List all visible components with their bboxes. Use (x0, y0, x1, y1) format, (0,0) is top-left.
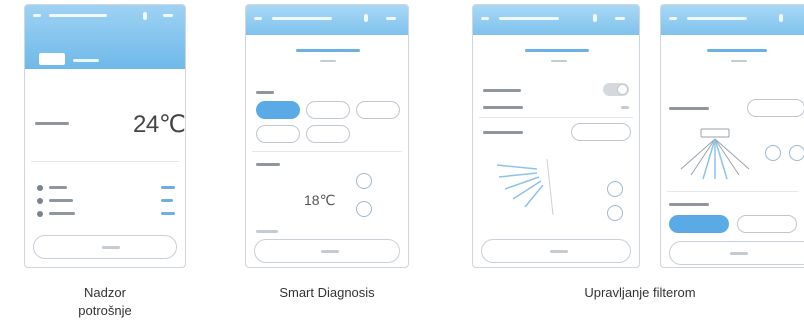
set-temp-label-placeholder (49, 199, 73, 202)
swing-up-button[interactable] (607, 181, 623, 197)
set-temperature: 18℃ (304, 192, 336, 208)
mode-value-placeholder (161, 186, 175, 189)
app-header (661, 5, 804, 35)
thermometer-icon (37, 198, 43, 204)
subtitle-placeholder (707, 49, 767, 52)
mode-option-4[interactable] (256, 125, 300, 143)
mode-option-3[interactable] (356, 101, 400, 119)
settings-icon[interactable] (143, 12, 147, 20)
phone-screen-smart-diagnosis: 18℃ (245, 4, 409, 268)
power-icon (102, 246, 120, 249)
set-temp-value-placeholder (161, 199, 173, 202)
additional-setting-label-placeholder (669, 203, 709, 206)
back-icon[interactable] (481, 17, 489, 20)
purification-label-placeholder (483, 89, 521, 92)
fan-speed-value-placeholder (161, 212, 175, 215)
power-button[interactable] (481, 239, 631, 263)
phone-screen-air-flow (472, 4, 640, 268)
page-indicator-placeholder (731, 60, 747, 62)
fan-speed-label-placeholder (49, 212, 75, 215)
swing-direction-diagram (675, 125, 755, 181)
fan-label-placeholder (256, 230, 278, 233)
power-icon (730, 252, 748, 255)
power-icon (550, 250, 568, 253)
divider (667, 191, 798, 192)
purification-toggle[interactable] (603, 83, 629, 96)
caption-nadzor-line-2: potrošnje (78, 303, 132, 318)
mode-icon (37, 185, 43, 191)
temp-down-button[interactable] (356, 201, 372, 217)
app-header (25, 5, 185, 69)
close-icon[interactable] (615, 17, 625, 20)
subtitle-placeholder (525, 49, 589, 52)
caption-smart-diagnosis: Smart Diagnosis (279, 285, 375, 300)
divider (479, 117, 633, 118)
fan-icon (37, 211, 43, 217)
power-button[interactable] (669, 241, 804, 265)
page-indicator-placeholder (551, 60, 567, 62)
left-right-swing-button[interactable] (747, 99, 804, 117)
additional-option-2[interactable] (737, 215, 797, 233)
phone-screen-nadzor: 24℃ (24, 4, 186, 268)
power-icon (321, 250, 339, 253)
header-title-placeholder (687, 17, 747, 20)
settings-icon[interactable] (593, 14, 597, 22)
mode-section-label-placeholder (256, 91, 274, 94)
divider (252, 151, 402, 152)
settings-icon[interactable] (364, 14, 368, 22)
up-down-swing-button[interactable] (571, 123, 631, 141)
air-flow-mode-value-placeholder (621, 106, 629, 109)
swing-direction-diagram (487, 155, 567, 219)
swing-down-button[interactable] (607, 205, 623, 221)
header-title-placeholder (49, 14, 107, 17)
header-title-placeholder (499, 17, 559, 20)
caption-nadzor-line-1: Nadzor (84, 285, 126, 300)
room-image-placeholder (39, 53, 65, 65)
set-temp-section-label-placeholder (256, 163, 280, 166)
divider (31, 161, 179, 162)
room-label-placeholder (73, 59, 99, 62)
swing-left-button[interactable] (765, 145, 781, 161)
settings-icon[interactable] (779, 14, 783, 22)
back-icon[interactable] (33, 14, 41, 17)
back-icon[interactable] (669, 17, 677, 20)
app-header (246, 5, 408, 35)
app-header (473, 5, 639, 35)
swing-right-button[interactable] (789, 145, 804, 161)
mode-label-placeholder (49, 186, 67, 189)
mode-option-2[interactable] (306, 101, 350, 119)
air-flow-mode-label-placeholder (483, 106, 523, 109)
additional-option-1[interactable] (669, 215, 729, 233)
current-temperature: 24℃ (133, 111, 186, 138)
up-down-swing-label-placeholder (483, 131, 523, 134)
subtitle-placeholder (296, 49, 360, 52)
power-button[interactable] (33, 235, 177, 259)
close-icon[interactable] (386, 17, 396, 20)
current-temp-label-placeholder (35, 122, 69, 125)
mode-option-5[interactable] (306, 125, 350, 143)
power-button[interactable] (254, 239, 400, 263)
temp-up-button[interactable] (356, 173, 372, 189)
back-icon[interactable] (254, 17, 262, 20)
header-title-placeholder (272, 17, 332, 20)
page-indicator-placeholder (320, 60, 336, 62)
caption-upravljanje-filterom: Upravljanje filterom (584, 285, 696, 300)
mode-option-1[interactable] (256, 101, 300, 119)
close-icon[interactable] (163, 14, 173, 17)
left-right-swing-label-placeholder (669, 107, 709, 110)
toggle-knob (617, 84, 628, 95)
phone-screen-left-right-swing (660, 4, 804, 268)
